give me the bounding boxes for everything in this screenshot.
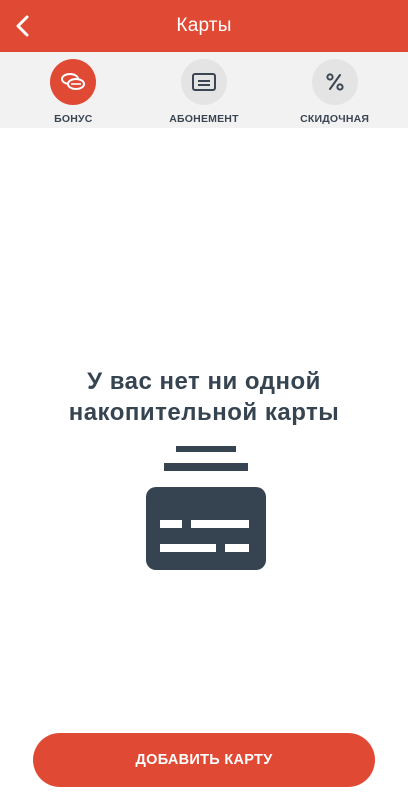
tab-bonus-label: БОНУС bbox=[54, 113, 93, 125]
chevron-left-icon bbox=[16, 15, 29, 37]
empty-state-message: У вас нет ни одной накопительной карты bbox=[0, 366, 408, 428]
add-card-button-label: ДОБАВИТЬ КАРТУ bbox=[135, 752, 273, 768]
tab-discount-label: СКИДОЧНАЯ bbox=[300, 113, 370, 125]
tab-discount[interactable]: СКИДОЧНАЯ bbox=[280, 52, 390, 128]
tab-bonus[interactable]: БОНУС bbox=[18, 52, 128, 128]
card-type-tabs: БОНУС АБОНЕМЕНТ СКИДОЧНАЯ bbox=[0, 52, 408, 128]
page-title: Карты bbox=[176, 15, 232, 36]
coins-icon bbox=[61, 73, 86, 90]
percent-icon bbox=[326, 73, 344, 91]
card-icon bbox=[191, 73, 216, 91]
empty-state-line-2: накопительной карты bbox=[68, 399, 340, 426]
app-header: Карты bbox=[0, 0, 408, 52]
tab-discount-circle bbox=[311, 59, 358, 105]
tab-subscription[interactable]: АБОНЕМЕНТ bbox=[149, 52, 259, 128]
empty-cards-icon bbox=[146, 446, 266, 570]
tab-bonus-circle bbox=[50, 59, 97, 105]
back-button[interactable] bbox=[0, 0, 44, 52]
cards-screen: Карты БОНУС АБОНЕМЕНТ СКИДОЧНАЯ У вас не… bbox=[0, 0, 408, 800]
add-card-button[interactable]: ДОБАВИТЬ КАРТУ bbox=[33, 733, 375, 787]
tab-subscription-circle bbox=[180, 59, 227, 105]
empty-state-line-1: У вас нет ни одной bbox=[87, 368, 321, 395]
tab-subscription-label: АБОНЕМЕНТ bbox=[169, 113, 239, 125]
